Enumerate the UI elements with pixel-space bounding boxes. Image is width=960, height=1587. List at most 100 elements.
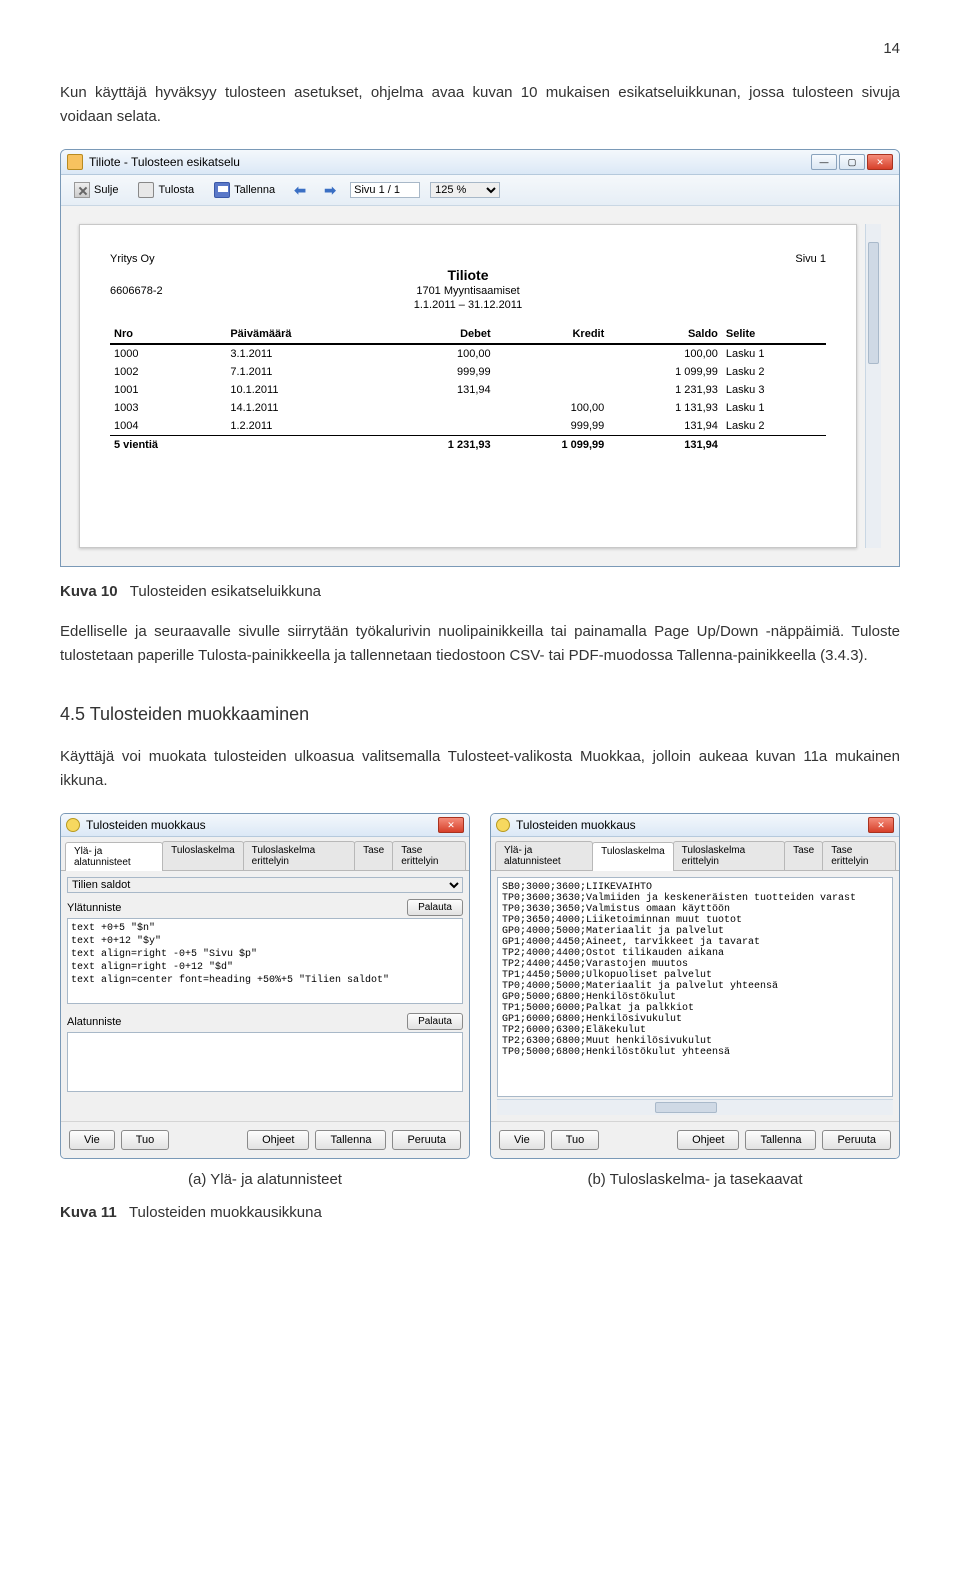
dialog-b-titlebar: Tulosteiden muokkaus ✕ [491, 814, 899, 837]
save-icon [214, 182, 230, 198]
paragraph-after-fig10: Edelliselle ja seuraavalle sivulle siirr… [60, 620, 900, 668]
cell: 1.2.2011 [226, 417, 381, 436]
company-name: Yritys Oy [110, 253, 155, 265]
col-saldo: Saldo [608, 325, 722, 344]
cell: 1 231,93 [608, 381, 722, 399]
restore-bottom-button[interactable]: Palauta [407, 1013, 463, 1030]
page-label: Sivu 1 [795, 253, 826, 265]
tab[interactable]: Tuloslaskelma [592, 842, 674, 871]
cell: 131,94 [381, 381, 495, 399]
page-field[interactable] [350, 182, 420, 198]
table-row: 100314.1.2011100,001 131,93Lasku 1 [110, 399, 826, 417]
foot-count: 5 vientiä [110, 436, 226, 455]
dialog-b-title: Tulosteiden muokkaus [516, 818, 862, 832]
cell: 1001 [110, 381, 226, 399]
report-table: Nro Päivämäärä Debet Kredit Saldo Selite… [110, 325, 826, 454]
cell: 7.1.2011 [226, 363, 381, 381]
toolbar: Sulje Tulosta Tallenna ⬅ ➡ 125 % [61, 175, 899, 206]
dialog-b-buttons: Vie Tuo Ohjeet Tallenna Peruuta [491, 1121, 899, 1158]
titlebar: Tiliote - Tulosteen esikatselu — ▢ ✕ [61, 150, 899, 175]
template-select[interactable]: Tilien saldot [67, 877, 463, 893]
tab[interactable]: Tase erittelyin [392, 841, 466, 870]
cell: 999,99 [381, 363, 495, 381]
close-button[interactable]: ✕ [867, 154, 893, 170]
cell: Lasku 2 [722, 363, 826, 381]
cell: Lasku 2 [722, 417, 826, 436]
report-page: Yritys Oy Sivu 1 Tiliote 6606678-2 1701 … [79, 224, 857, 548]
figure10-caption: Kuva 10 Tulosteiden esikatseluikkuna [60, 583, 900, 600]
maximize-button[interactable]: ▢ [839, 154, 865, 170]
tab[interactable]: Tuloslaskelma erittelyin [243, 841, 355, 870]
vie-button[interactable]: Vie [69, 1130, 115, 1150]
page-number: 14 [60, 40, 900, 57]
cell: 1 131,93 [608, 399, 722, 417]
top-header-textarea[interactable] [67, 918, 463, 1004]
close-tool-button[interactable]: Sulje [69, 179, 123, 201]
tab[interactable]: Tuloslaskelma erittelyin [673, 841, 785, 870]
subcaption-b: (b) Tuloslaskelma- ja tasekaavat [490, 1171, 900, 1188]
cell: 3.1.2011 [226, 344, 381, 363]
intro-paragraph: Kun käyttäjä hyväksyy tulosteen asetukse… [60, 81, 900, 129]
table-row: 10041.2.2011999,99131,94Lasku 2 [110, 417, 826, 436]
figure10-text: Tulosteiden esikatseluikkuna [130, 583, 321, 600]
subcaption-a: (a) Ylä- ja alatunnisteet [60, 1171, 470, 1188]
table-row: 100110.1.2011131,941 231,93Lasku 3 [110, 381, 826, 399]
table-row: 10003.1.2011100,00100,00Lasku 1 [110, 344, 826, 363]
vie-button[interactable]: Vie [499, 1130, 545, 1150]
app-icon [66, 818, 80, 832]
peruuta-button[interactable]: Peruuta [822, 1130, 891, 1150]
prev-page-button[interactable]: ⬅ [290, 182, 310, 198]
dialog-a-tabs: Ylä- ja alatunnisteetTuloslaskelmaTulosl… [61, 837, 469, 871]
col-kredit: Kredit [495, 325, 609, 344]
vertical-scrollbar[interactable] [865, 224, 881, 548]
cell: 100,00 [381, 344, 495, 363]
tab[interactable]: Ylä- ja alatunnisteet [495, 841, 593, 870]
save-button[interactable]: Tallenna [209, 179, 280, 201]
cell: 1004 [110, 417, 226, 436]
window-title: Tiliote - Tulosteen esikatselu [89, 155, 805, 169]
window-buttons: — ▢ ✕ [811, 154, 893, 170]
next-page-button[interactable]: ➡ [320, 182, 340, 198]
app-icon [496, 818, 510, 832]
col-date: Päivämäärä [226, 325, 381, 344]
dialog-a-close[interactable]: ✕ [438, 817, 464, 833]
paragraph-section45: Käyttäjä voi muokata tulosteiden ulkoasu… [60, 745, 900, 793]
print-button[interactable]: Tulosta [133, 179, 199, 201]
zoom-select[interactable]: 125 % [430, 182, 500, 198]
dialog-b-close[interactable]: ✕ [868, 817, 894, 833]
close-label: Sulje [94, 184, 118, 196]
save-label: Tallenna [234, 184, 275, 196]
dialog-b-content: SB0;3000;3600;LIIKEVAIHTO TP0;3600;3630;… [491, 871, 899, 1121]
minimize-button[interactable]: — [811, 154, 837, 170]
tallenna-button[interactable]: Tallenna [745, 1130, 816, 1150]
table-row: 10027.1.2011999,991 099,99Lasku 2 [110, 363, 826, 381]
peruuta-button[interactable]: Peruuta [392, 1130, 461, 1150]
tallenna-button[interactable]: Tallenna [315, 1130, 386, 1150]
cell: 14.1.2011 [226, 399, 381, 417]
tab[interactable]: Tuloslaskelma [162, 841, 244, 870]
java-icon [67, 154, 83, 170]
bottom-header-textarea[interactable] [67, 1032, 463, 1092]
tuo-button[interactable]: Tuo [551, 1130, 600, 1150]
tab[interactable]: Tase [784, 841, 823, 870]
restore-top-button[interactable]: Palauta [407, 899, 463, 916]
col-selite: Selite [722, 325, 826, 344]
ohjeet-button[interactable]: Ohjeet [247, 1130, 309, 1150]
close-icon [74, 182, 90, 198]
figure11-caption: Kuva 11 Tulosteiden muokkausikkuna [60, 1204, 900, 1221]
dialog-b-tabs: Ylä- ja alatunnisteetTuloslaskelmaTulosl… [491, 837, 899, 871]
schema-textarea[interactable]: SB0;3000;3600;LIIKEVAIHTO TP0;3600;3630;… [497, 877, 893, 1097]
tab[interactable]: Ylä- ja alatunnisteet [65, 842, 163, 871]
tuo-button[interactable]: Tuo [121, 1130, 170, 1150]
section-heading: 4.5 Tulosteiden muokkaaminen [60, 704, 900, 725]
tab[interactable]: Tase erittelyin [822, 841, 896, 870]
ohjeet-button[interactable]: Ohjeet [677, 1130, 739, 1150]
cell: 100,00 [608, 344, 722, 363]
col-debet: Debet [381, 325, 495, 344]
cell: 131,94 [608, 417, 722, 436]
cell: Lasku 1 [722, 344, 826, 363]
tab[interactable]: Tase [354, 841, 393, 870]
dialog-a: Tulosteiden muokkaus ✕ Ylä- ja alatunnis… [60, 813, 470, 1159]
horizontal-scrollbar[interactable] [497, 1099, 893, 1115]
cell: Lasku 3 [722, 381, 826, 399]
